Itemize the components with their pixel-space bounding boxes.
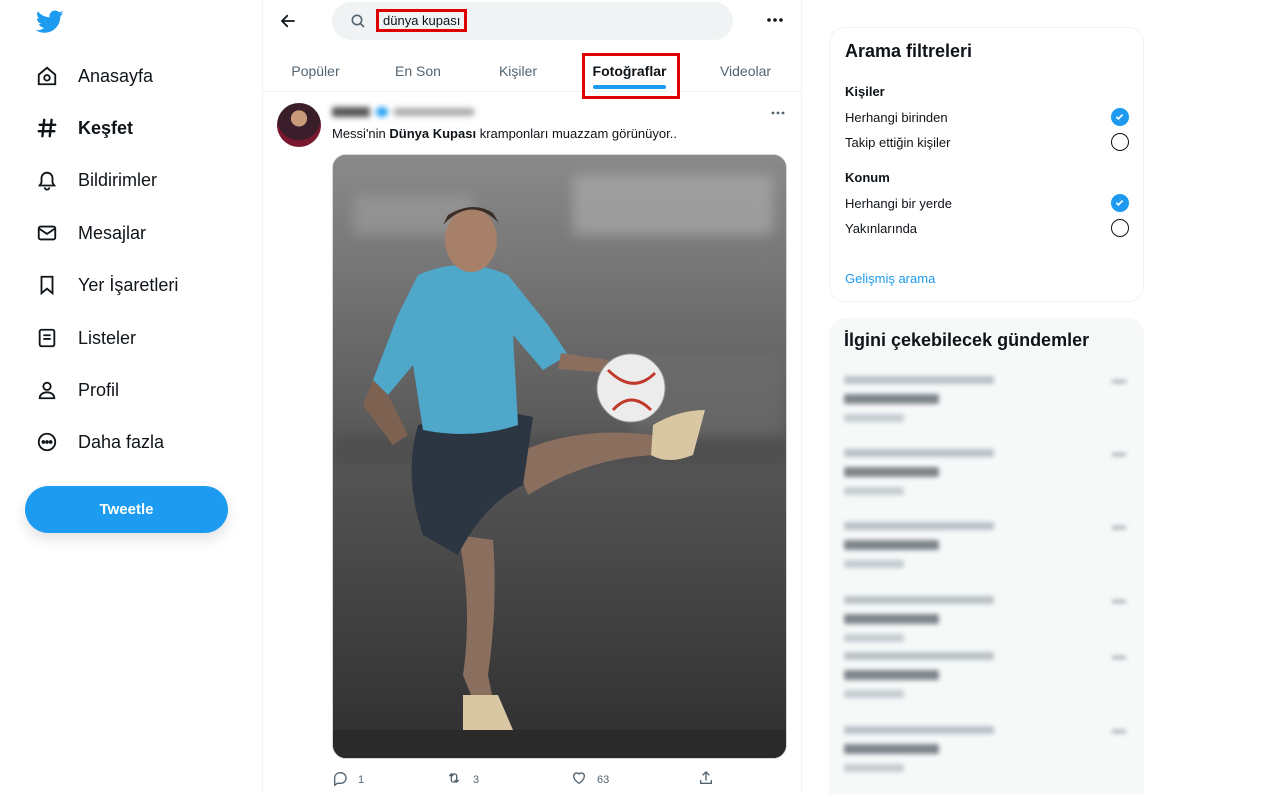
- filter-option-following[interactable]: Takip ettiğin kişiler: [845, 133, 1129, 151]
- tweet-text-part: Messi'nin: [332, 126, 390, 141]
- sidebar-item-label: Keşfet: [78, 117, 134, 138]
- sidebar-item-label: Bildirimler: [78, 169, 158, 190]
- tab-label: Kişiler: [498, 63, 538, 79]
- share-icon: [698, 770, 714, 789]
- retweet-count: 3: [473, 773, 480, 786]
- search-input[interactable]: dünya kupası: [376, 9, 468, 32]
- tweet-photo[interactable]: [332, 154, 787, 759]
- hashtag-icon: [30, 111, 64, 145]
- tweet-text-part: kramponları muazzam görünüyor..: [476, 126, 677, 141]
- tweet-button[interactable]: Tweetle: [25, 486, 228, 533]
- back-arrow-icon[interactable]: [273, 6, 303, 36]
- like-count: 63: [597, 773, 610, 786]
- trends-panel: İlgini çekebilecek gündemler: [829, 318, 1144, 794]
- sidebar-item-messages[interactable]: Mesajlar: [30, 213, 146, 253]
- player-photo: [333, 155, 786, 758]
- highlight-box: [582, 53, 680, 99]
- home-icon: [30, 59, 64, 93]
- left-sidebar: Anasayfa Keşfet Bildirimler Mesajlar Yer…: [0, 0, 262, 794]
- tab-label: Popüler: [291, 63, 340, 79]
- more-circle-icon: [30, 425, 64, 459]
- tweet-text-bold: Dünya Kupası: [389, 126, 477, 141]
- location-heading: Konum: [845, 170, 890, 185]
- tweet-text: Messi'nin Dünya Kupası kramponları muazz…: [332, 126, 677, 141]
- heart-icon: [571, 770, 587, 789]
- people-heading: Kişiler: [845, 84, 885, 99]
- sidebar-item-bookmarks[interactable]: Yer İşaretleri: [30, 265, 178, 305]
- sidebar-item-label: Yer İşaretleri: [78, 274, 179, 295]
- search-tabs: Popüler En Son Kişiler Fotoğraflar Video…: [263, 50, 801, 99]
- tweet-actions: 1 3 63: [332, 770, 792, 790]
- reply-icon: [332, 770, 348, 789]
- filter-option-label: Takip ettiğin kişiler: [845, 135, 951, 150]
- tweet-more-icon[interactable]: [767, 106, 789, 120]
- person-icon: [30, 373, 64, 407]
- search-icon: [350, 13, 366, 34]
- search-box[interactable]: dünya kupası: [332, 2, 733, 40]
- filter-option-anywhere[interactable]: Herhangi bir yerde: [845, 194, 1129, 212]
- sidebar-item-more[interactable]: Daha fazla: [30, 422, 164, 462]
- sidebar-item-profile[interactable]: Profil: [30, 370, 119, 410]
- bookmark-icon: [30, 268, 64, 302]
- trends-title: İlgini çekebilecek gündemler: [844, 330, 1090, 350]
- tab-label: En Son: [395, 63, 441, 79]
- radio-checked-icon[interactable]: [1111, 194, 1129, 212]
- sidebar-item-home[interactable]: Anasayfa: [30, 56, 153, 96]
- sidebar-item-label: Daha fazla: [78, 431, 165, 452]
- retweet-button[interactable]: 3: [445, 770, 479, 789]
- twitter-bird-icon[interactable]: [35, 10, 64, 36]
- main-column: dünya kupası Popüler En Son Kişiler Foto…: [262, 0, 802, 794]
- trend-item-blurred[interactable]: [844, 596, 1128, 656]
- search-filters-panel: Arama filtreleri Kişiler Herhangi birind…: [829, 27, 1144, 302]
- sidebar-item-label: Listeler: [78, 327, 137, 348]
- filter-option-label: Herhangi birinden: [845, 110, 948, 125]
- tab-latest[interactable]: En Son: [368, 50, 468, 92]
- share-button[interactable]: [698, 770, 714, 789]
- list-icon: [30, 321, 64, 355]
- radio-empty-icon[interactable]: [1111, 133, 1129, 151]
- sidebar-item-notifications[interactable]: Bildirimler: [30, 160, 157, 200]
- envelope-icon: [30, 216, 64, 250]
- tab-videos[interactable]: Videolar: [688, 50, 801, 92]
- sidebar-item-explore[interactable]: Keşfet: [30, 108, 133, 148]
- reply-count: 1: [358, 773, 365, 786]
- tab-popular[interactable]: Popüler: [263, 50, 368, 92]
- tab-label: Videolar: [719, 63, 772, 79]
- sidebar-item-label: Mesajlar: [78, 222, 147, 243]
- radio-empty-icon[interactable]: [1111, 219, 1129, 237]
- avatar[interactable]: [277, 103, 321, 147]
- tweet-author-blurred[interactable]: [332, 105, 482, 119]
- sidebar-item-label: Anasayfa: [78, 65, 154, 86]
- reply-button[interactable]: 1: [332, 770, 364, 789]
- bell-icon: [30, 163, 64, 197]
- filter-option-label: Yakınlarında: [845, 221, 918, 236]
- filter-option-near-you[interactable]: Yakınlarında: [845, 219, 1129, 237]
- filter-option-label: Herhangi bir yerde: [845, 196, 952, 211]
- sidebar-item-label: Profil: [78, 379, 120, 400]
- filter-option-anyone[interactable]: Herhangi birinden: [845, 108, 1129, 126]
- sidebar-item-lists[interactable]: Listeler: [30, 318, 136, 358]
- retweet-icon: [445, 770, 463, 789]
- radio-checked-icon[interactable]: [1111, 108, 1129, 126]
- trend-item-blurred[interactable]: [844, 726, 1128, 786]
- tab-people[interactable]: Kişiler: [468, 50, 568, 92]
- advanced-search-link[interactable]: Gelişmiş arama: [845, 271, 935, 286]
- trend-item-blurred[interactable]: [844, 522, 1128, 582]
- trend-item-blurred[interactable]: [844, 652, 1128, 712]
- trend-item-blurred[interactable]: [844, 449, 1128, 509]
- like-button[interactable]: 63: [571, 770, 609, 789]
- more-options-icon[interactable]: [763, 10, 787, 30]
- trend-item-blurred[interactable]: [844, 376, 1128, 436]
- filters-title: Arama filtreleri: [845, 41, 973, 61]
